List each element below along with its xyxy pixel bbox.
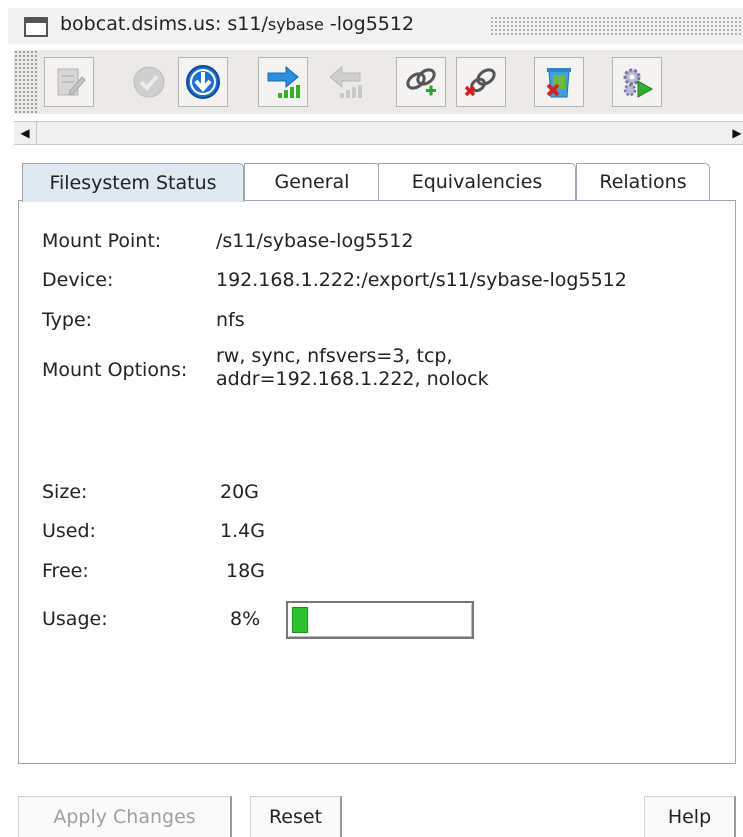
forward-transfer-icon	[267, 65, 300, 98]
usage-label: Usage:	[42, 608, 108, 630]
download-button[interactable]	[178, 57, 228, 107]
device-value: 192.168.1.222:/export/s11/sybase-log5512	[216, 269, 627, 291]
usage-progress-bar	[286, 601, 474, 639]
run-button[interactable]	[612, 57, 662, 107]
tab-filesystem-status[interactable]: Filesystem Status	[22, 163, 244, 202]
scroll-right-icon[interactable]: ▶	[731, 122, 743, 144]
link-remove-button[interactable]	[456, 57, 506, 107]
mount-point-value: /s11/sybase-log5512	[216, 230, 414, 252]
window-title: bobcat.dsims.us: s11/sybase -log5512	[60, 13, 415, 35]
back-transfer-icon	[329, 65, 362, 98]
link-remove-icon	[464, 68, 496, 97]
window-icon	[24, 17, 48, 37]
type-value: nfs	[216, 309, 245, 331]
title-bar-texture	[490, 16, 743, 36]
scroll-left-icon[interactable]: ◀	[14, 122, 37, 144]
link-add-icon	[406, 68, 436, 96]
size-label: Size:	[42, 481, 88, 503]
delete-button[interactable]	[534, 57, 584, 107]
mount-point-label: Mount Point:	[42, 230, 162, 252]
apply-changes-button[interactable]: Apply Changes	[18, 796, 232, 837]
mount-options-line-2: addr=192.168.1.222, nolock	[216, 368, 489, 390]
mount-options-line-1: rw, sync, nfsvers=3, tcp,	[216, 345, 453, 367]
used-label: Used:	[42, 520, 96, 542]
mount-options-label: Mount Options:	[42, 359, 188, 381]
help-button[interactable]: Help	[644, 796, 736, 837]
toolbar-grip[interactable]	[14, 50, 38, 114]
toolbar-scrollbar[interactable]: ◀ ▶	[14, 121, 743, 145]
apply-check-button[interactable]	[124, 57, 174, 107]
run-gears-icon	[623, 68, 654, 98]
usage-progress-fill	[292, 607, 308, 633]
download-arrow-icon	[186, 65, 220, 99]
size-value: 20G	[220, 481, 259, 503]
link-add-button[interactable]	[396, 57, 446, 107]
usage-value: 8%	[230, 608, 261, 630]
forward-transfer-button[interactable]	[258, 57, 308, 107]
tab-equivalencies[interactable]: Equivalencies	[378, 163, 576, 200]
mount-options-value: rw, sync, nfsvers=3, tcp, addr=192.168.1…	[216, 345, 636, 391]
edit-button[interactable]	[44, 57, 94, 107]
tab-general[interactable]: General	[244, 163, 380, 200]
used-value: 1.4G	[220, 520, 265, 542]
edit-icon	[57, 68, 86, 96]
device-label: Device:	[42, 269, 114, 291]
back-transfer-button[interactable]	[320, 57, 370, 107]
toolbar	[14, 50, 743, 114]
type-label: Type:	[42, 309, 93, 331]
reset-button[interactable]: Reset	[250, 796, 342, 837]
check-circle-icon	[133, 66, 165, 98]
free-label: Free:	[42, 560, 89, 582]
tab-relations[interactable]: Relations	[576, 163, 710, 200]
delete-bin-icon	[546, 68, 571, 98]
free-value: 18G	[226, 560, 265, 582]
window-title-bar[interactable]: bobcat.dsims.us: s11/sybase -log5512	[8, 8, 743, 44]
